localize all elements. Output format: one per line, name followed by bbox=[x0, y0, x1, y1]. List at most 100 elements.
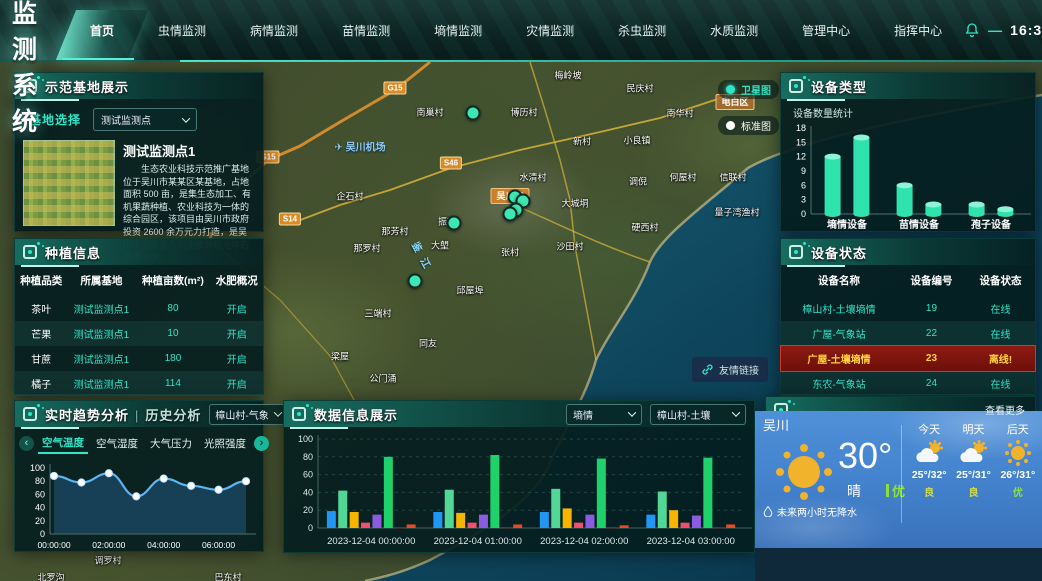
collapse-control[interactable]: — bbox=[988, 22, 1002, 38]
trend-tab-光照强度[interactable]: 光照强度 bbox=[200, 434, 250, 453]
svg-text:00:00:00: 00:00:00 bbox=[37, 540, 70, 550]
svg-text:60: 60 bbox=[303, 470, 313, 480]
layer-toggle-standard[interactable]: 标准图 bbox=[718, 116, 779, 135]
map-place-label: 量子湾渔村 bbox=[714, 206, 759, 219]
planting-col-header: 所属基地 bbox=[67, 265, 135, 296]
svg-text:100: 100 bbox=[30, 463, 45, 473]
map-place-label: 大塱 bbox=[431, 239, 449, 252]
trend-tab-空气温度[interactable]: 空气温度 bbox=[38, 433, 88, 454]
nav-tab-首页[interactable]: 首页 bbox=[80, 0, 124, 60]
status-cell: 樟山村-土壤墒情 bbox=[781, 296, 897, 321]
map-place-label: 巴东村 bbox=[214, 571, 241, 581]
nav-tab-苗情监测[interactable]: 苗情监测 bbox=[332, 0, 400, 60]
svg-text:80: 80 bbox=[303, 452, 313, 462]
device-marker[interactable] bbox=[408, 274, 423, 289]
nav-tab-墒情监测[interactable]: 墒情监测 bbox=[424, 0, 492, 60]
data-type-value: 墒情 bbox=[573, 407, 593, 422]
bell-icon[interactable] bbox=[964, 22, 980, 38]
panel-data-display-header: 数据信息展示 墒情 樟山村-土壤 bbox=[284, 401, 754, 427]
weather-tip: 未来两小时无降水 bbox=[763, 504, 857, 519]
panel-trend-header: 实时趋势分析|历史分析 樟山村-气象 bbox=[15, 401, 263, 427]
tabs-scroll-left-icon[interactable]: ‹ bbox=[19, 436, 34, 451]
svg-text:04:00:00: 04:00:00 bbox=[147, 540, 180, 550]
nav-tab-虫情监测[interactable]: 虫情监测 bbox=[148, 0, 216, 60]
planting-cell: 测试监测点1 bbox=[67, 296, 135, 321]
panel-device-status: 设备状态 设备名称设备编号设备状态 樟山村-土壤墒情19在线广屋-气象站22在线… bbox=[780, 238, 1036, 395]
device-marker[interactable] bbox=[503, 207, 518, 222]
link-icon bbox=[701, 363, 714, 376]
panel-trend-title: 实时趋势分析|历史分析 bbox=[45, 405, 201, 424]
weather-forecast: 今天25°/32°良明天25°/31°良后天26°/31°优 bbox=[907, 421, 1040, 499]
nav-tab-管理中心[interactable]: 管理中心 bbox=[792, 0, 860, 60]
base-select[interactable]: 测试监测点 bbox=[93, 108, 197, 131]
panel-trend-title2[interactable]: 历史分析 bbox=[145, 408, 201, 423]
trend-tab-空气湿度[interactable]: 空气湿度 bbox=[92, 434, 142, 453]
planting-cell: 测试监测点1 bbox=[67, 321, 135, 346]
planting-row: 芒果测试监测点110开启 bbox=[15, 321, 263, 346]
friend-link-label: 友情链接 bbox=[719, 362, 759, 377]
friend-link-button[interactable]: 友情链接 bbox=[692, 357, 768, 382]
nav-tab-病情监测[interactable]: 病情监测 bbox=[240, 0, 308, 60]
svg-text:18: 18 bbox=[796, 123, 806, 133]
panel-planting-title: 种植信息 bbox=[45, 243, 101, 262]
map-place-label: 梅岭坡 bbox=[554, 69, 581, 82]
planting-col-header: 种植亩数(m²) bbox=[135, 265, 210, 296]
panel-data-display: 数据信息展示 墒情 樟山村-土壤 0204060801002023-12-04 … bbox=[283, 400, 755, 553]
nav-tabs: 首页虫情监测病情监测苗情监测墒情监测灾情监测杀虫监测水质监测管理中心指挥中心 bbox=[68, 0, 964, 60]
data-type-select[interactable]: 墒情 bbox=[566, 404, 642, 425]
data-station-select[interactable]: 樟山村-土壤 bbox=[650, 404, 746, 425]
weather-city: 吴川 bbox=[763, 415, 789, 434]
svg-text:40: 40 bbox=[35, 503, 45, 513]
device-row: 广屋-气象站22在线 bbox=[781, 321, 1035, 346]
nav-tab-水质监测[interactable]: 水质监测 bbox=[700, 0, 768, 60]
status-cell: 在线 bbox=[966, 371, 1035, 396]
panel-demo-base-title: 示范基地展示 bbox=[45, 77, 129, 96]
svg-text:40: 40 bbox=[303, 487, 313, 497]
device-count-subtitle: 设备数量统计 bbox=[781, 99, 1035, 120]
trend-line-chart: 02040608010000:00:0002:00:0004:00:0006:0… bbox=[20, 458, 258, 554]
panel-device-type: 设备类型 设备数量统计 0369121518墒情设备苗情设备孢子设备 bbox=[780, 72, 1036, 232]
weather-condition: 晴 bbox=[847, 481, 861, 501]
planting-table: 种植品类所属基地种植亩数(m²)水肥概况 茶叶测试监测点180开启芒果测试监测点… bbox=[15, 265, 263, 421]
device-type-bar-chart: 0369121518墒情设备苗情设备孢子设备 bbox=[785, 120, 1033, 232]
svg-text:3: 3 bbox=[801, 195, 806, 205]
panel-device-type-title: 设备类型 bbox=[811, 77, 867, 96]
status-cell: 23 bbox=[897, 346, 966, 371]
weather-air-quality: 优 bbox=[886, 481, 905, 500]
device-marker[interactable] bbox=[466, 106, 481, 121]
tabs-scroll-right-icon[interactable]: › bbox=[254, 436, 269, 451]
nav-tab-灾情监测[interactable]: 灾情监测 bbox=[516, 0, 584, 60]
map-place-label: 新村 bbox=[573, 135, 591, 148]
planting-cell: 80 bbox=[135, 296, 210, 321]
svg-text:6: 6 bbox=[801, 180, 806, 190]
svg-text:12: 12 bbox=[796, 152, 806, 162]
map-place-label: 南巢村 bbox=[416, 106, 443, 119]
map-place-label: 梁屋 bbox=[331, 350, 349, 363]
map-place-label: 调倪 bbox=[629, 175, 647, 188]
device-marker[interactable] bbox=[447, 216, 462, 231]
trend-tab-大气压力[interactable]: 大气压力 bbox=[146, 434, 196, 453]
road-badge-G15: G15 bbox=[383, 82, 406, 95]
planting-row: 茶叶测试监测点180开启 bbox=[15, 296, 263, 321]
planting-cell: 茶叶 bbox=[15, 296, 67, 321]
svg-text:孢子设备: 孢子设备 bbox=[971, 218, 1012, 231]
layer-satellite-label: 卫星图 bbox=[741, 82, 771, 97]
panel-device-status-title: 设备状态 bbox=[811, 243, 867, 262]
status-col-header: 设备编号 bbox=[897, 265, 966, 296]
trend-station-select[interactable]: 樟山村-气象 bbox=[209, 404, 286, 425]
layer-standard-label: 标准图 bbox=[741, 118, 771, 133]
layer-toggle-satellite[interactable]: 卫星图 bbox=[718, 80, 779, 99]
svg-text:20: 20 bbox=[303, 505, 313, 515]
panel-data-display-title: 数据信息展示 bbox=[314, 405, 398, 424]
weather-more-link[interactable]: 查看更多 bbox=[985, 402, 1025, 417]
status-cell: 在线 bbox=[966, 296, 1035, 321]
nav-tab-杀虫监测[interactable]: 杀虫监测 bbox=[608, 0, 676, 60]
status-cell: 东农-气象站 bbox=[781, 371, 897, 396]
panel-planting-info: 种植信息 种植品类所属基地种植亩数(m²)水肥概况 茶叶测试监测点180开启芒果… bbox=[14, 238, 264, 395]
base-site-title: 测试监测点1 bbox=[123, 141, 255, 160]
partly-sunny-icon bbox=[914, 440, 944, 466]
map-place-label: 博历村 bbox=[510, 106, 537, 119]
nav-tab-指挥中心[interactable]: 指挥中心 bbox=[884, 0, 952, 60]
airport-label: ✈ 吴川机场 bbox=[334, 139, 385, 154]
top-navigation-bar: 农业监测系统 首页虫情监测病情监测苗情监测墒情监测灾情监测杀虫监测水质监测管理中… bbox=[0, 0, 1042, 62]
